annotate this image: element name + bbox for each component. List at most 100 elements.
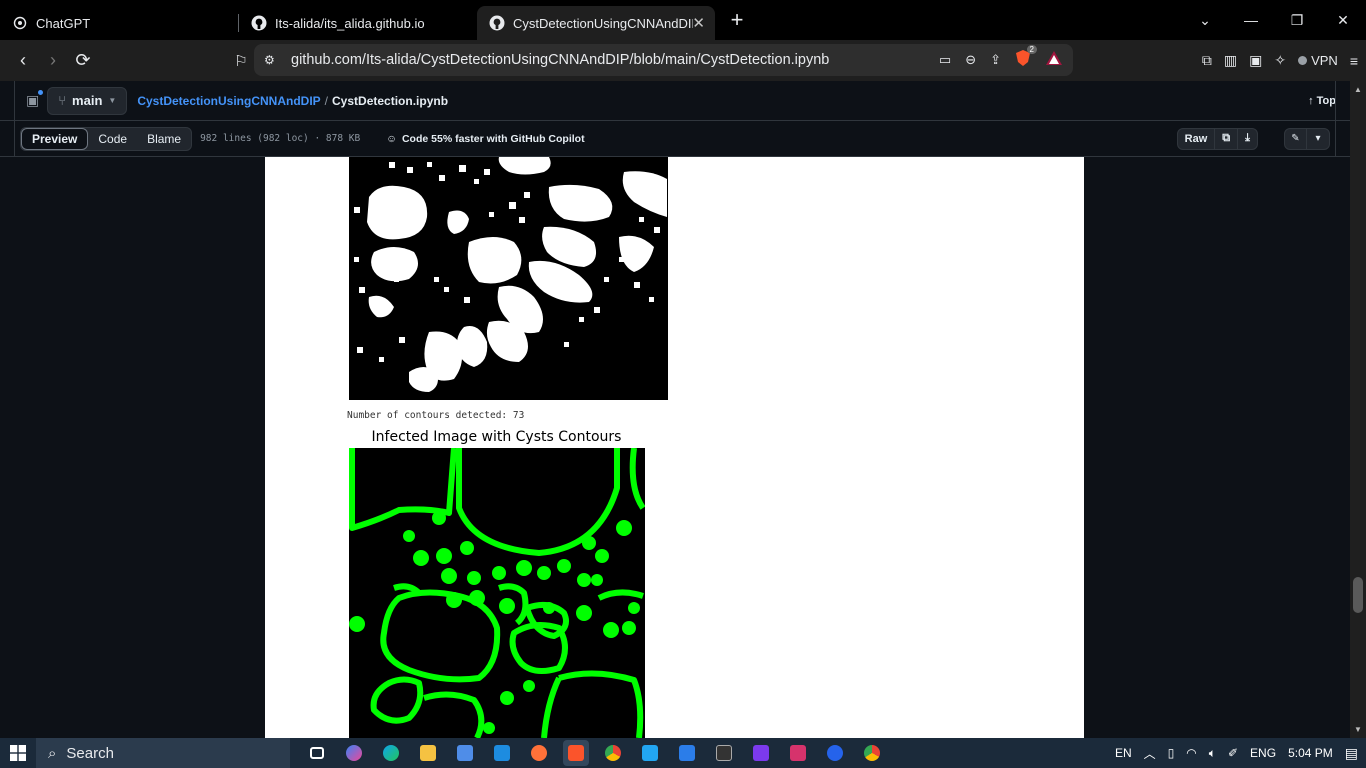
copy-icon[interactable]: ⧉ bbox=[1215, 128, 1239, 149]
file-view-toolbar: Preview Code Blame 982 lines (982 loc) ·… bbox=[0, 121, 1350, 157]
bookmark-icon[interactable]: ⚐ bbox=[226, 52, 256, 70]
app-icon[interactable] bbox=[822, 740, 848, 766]
tab-chatgpt[interactable]: ChatGPT bbox=[0, 6, 238, 40]
breadcrumb-separator: / bbox=[324, 93, 329, 108]
search-icon: ⌕ bbox=[48, 744, 57, 762]
forward-icon[interactable]: › bbox=[38, 50, 68, 71]
volume-icon[interactable]: 🔈︎ bbox=[1209, 746, 1216, 761]
pen-icon[interactable]: ✐ bbox=[1228, 746, 1238, 760]
tab-title: CystDetectionUsingCNNAndDIP bbox=[513, 15, 693, 31]
view-mode-tabs: Preview Code Blame bbox=[20, 126, 193, 151]
cast-icon[interactable]: ▭ bbox=[939, 52, 951, 68]
browser-extensions: ⧉ ▥ ▣ ✧ VPN ≡ bbox=[1202, 52, 1358, 69]
copilot-app-icon[interactable] bbox=[341, 740, 367, 766]
tab-blame[interactable]: Blame bbox=[137, 128, 191, 150]
copilot-promo[interactable]: ☺ Code 55% faster with GitHub Copilot bbox=[386, 133, 584, 145]
tab-code[interactable]: Code bbox=[88, 128, 137, 150]
notebook-viewport: Number of contours detected: 73 Infected… bbox=[0, 157, 1350, 738]
tab-github-io[interactable]: Its-alida/its_alida.github.io bbox=[239, 6, 477, 40]
leo-ai-icon[interactable]: ✧ bbox=[1274, 52, 1286, 69]
menu-icon[interactable]: ≡ bbox=[1350, 53, 1358, 69]
lang-short[interactable]: EN bbox=[1115, 746, 1132, 760]
vpn-status-dot bbox=[1298, 56, 1308, 65]
tab-search-icon[interactable]: ⌄ bbox=[1182, 12, 1228, 29]
breadcrumb: CystDetectionUsingCNNAndDIP / CystDetectio… bbox=[137, 94, 448, 108]
intellij-icon[interactable] bbox=[785, 740, 811, 766]
cell-output-text: Number of contours detected: 73 bbox=[347, 410, 525, 421]
notifications-icon[interactable]: ▤ bbox=[1345, 745, 1358, 762]
plot-title: Infected Image with Cysts Contours bbox=[371, 429, 622, 445]
sidebar-icon[interactable]: ▥ bbox=[1224, 52, 1237, 69]
copilot-icon: ☺ bbox=[386, 132, 397, 145]
page-scrollbar[interactable]: ▲ ▼ bbox=[1350, 81, 1366, 738]
brave-icon[interactable] bbox=[563, 740, 589, 766]
wallet-icon[interactable]: ▣ bbox=[1249, 52, 1262, 69]
windows-taskbar: ⌕ Search EN ︿ ▯ ◠ 🔈︎ ✐ ENG 5:04 PM ▤ bbox=[0, 738, 1366, 768]
scroll-down-icon[interactable]: ▼ bbox=[1354, 725, 1362, 734]
taskbar-search[interactable]: ⌕ Search bbox=[36, 738, 290, 768]
tab-title: Its-alida/its_alida.github.io bbox=[275, 15, 425, 31]
close-window-button[interactable]: ✕ bbox=[1320, 12, 1366, 29]
file-meta: 982 lines (982 loc) · 878 KB bbox=[200, 133, 361, 144]
firefox-icon[interactable] bbox=[526, 740, 552, 766]
search-label: Search bbox=[66, 744, 114, 762]
mail-icon[interactable] bbox=[489, 740, 515, 766]
pencil-icon[interactable]: ✎ bbox=[1285, 128, 1307, 149]
branch-selector[interactable]: ⑂ main ▼ bbox=[47, 86, 128, 115]
todo-icon[interactable] bbox=[674, 740, 700, 766]
tab-preview[interactable]: Preview bbox=[21, 127, 89, 150]
terminal-icon[interactable] bbox=[711, 740, 737, 766]
start-button[interactable] bbox=[0, 745, 36, 761]
shield-count: 2 bbox=[1026, 44, 1037, 54]
close-tab-icon[interactable]: ✕ bbox=[692, 14, 705, 32]
chevron-down-icon[interactable]: ▾ bbox=[1307, 129, 1329, 149]
taskbar-apps bbox=[304, 740, 885, 766]
share-icon[interactable]: ⇪ bbox=[990, 52, 1001, 68]
store-icon[interactable] bbox=[452, 740, 478, 766]
chrome-icon[interactable] bbox=[859, 740, 885, 766]
address-bar[interactable]: ⚙ github.com/Its-alida/CystDetectionUsin… bbox=[254, 44, 1073, 76]
clock[interactable]: 5:04 PM bbox=[1288, 746, 1333, 760]
brave-rewards-icon[interactable] bbox=[1045, 50, 1063, 71]
raw-button[interactable]: Raw bbox=[1178, 128, 1216, 149]
edge-icon[interactable] bbox=[378, 740, 404, 766]
new-tab-button[interactable]: + bbox=[723, 7, 751, 33]
wifi-icon[interactable]: ◠ bbox=[1186, 746, 1196, 760]
chrome-icon[interactable] bbox=[600, 740, 626, 766]
obsidian-icon[interactable] bbox=[748, 740, 774, 766]
restore-button[interactable]: ❐ bbox=[1274, 12, 1320, 29]
vpn-button[interactable]: VPN bbox=[1298, 53, 1338, 68]
reload-icon[interactable]: ⟳ bbox=[68, 50, 98, 71]
file-tree-toggle-icon[interactable]: ▣ bbox=[26, 90, 44, 109]
chevron-up-icon[interactable]: ︿ bbox=[1144, 745, 1156, 762]
scroll-up-icon[interactable]: ▲ bbox=[1354, 85, 1362, 94]
browser-toolbar: ‹ › ⟳ ⚐ ⚙ github.com/Its-alida/CystDetec… bbox=[0, 40, 1366, 81]
branch-name: main bbox=[72, 93, 103, 108]
copilot-text: Code 55% faster with GitHub Copilot bbox=[401, 132, 585, 145]
url-text: github.com/Its-alida/CystDetectionUsingC… bbox=[291, 52, 830, 68]
zoom-icon[interactable]: ⊖ bbox=[965, 52, 976, 68]
repo-link[interactable]: CystDetectionUsingCNNAndDIP bbox=[137, 94, 320, 108]
task-view-icon[interactable] bbox=[304, 740, 330, 766]
vscode-icon[interactable] bbox=[637, 740, 663, 766]
download-icon[interactable]: ⤓ bbox=[1238, 129, 1257, 149]
windows-icon bbox=[10, 745, 26, 761]
window-controls: ⌄ — ❐ ✕ bbox=[1182, 0, 1366, 40]
chevron-down-icon: ▼ bbox=[108, 96, 117, 105]
tab-cyst-detection[interactable]: CystDetectionUsingCNNAndDIP ✕ bbox=[477, 6, 715, 40]
system-tray: EN ︿ ▯ ◠ 🔈︎ ✐ ENG 5:04 PM ▤ bbox=[1115, 745, 1358, 762]
top-button[interactable]: ↑ Top bbox=[1308, 95, 1336, 107]
extensions-icon[interactable]: ⧉ bbox=[1202, 52, 1212, 69]
site-info-icon[interactable]: ⚙ bbox=[264, 53, 275, 67]
back-icon[interactable]: ‹ bbox=[8, 50, 38, 71]
language-indicator[interactable]: ENG bbox=[1250, 746, 1276, 760]
file-name: CystDetection.ipynb bbox=[332, 93, 449, 108]
browser-tab-strip: ChatGPT Its-alida/its_alida.github.io Cy… bbox=[0, 0, 1366, 40]
scrollbar-thumb[interactable] bbox=[1353, 577, 1363, 613]
brave-shields-icon[interactable]: 2 bbox=[1015, 44, 1037, 72]
edit-actions: ✎ ▾ bbox=[1284, 127, 1330, 150]
battery-icon[interactable]: ▯ bbox=[1168, 746, 1175, 760]
minimize-button[interactable]: — bbox=[1228, 12, 1274, 28]
file-nav-header: ▣ ⑂ main ▼ CystDetectionUsingCNNAndDIP / C… bbox=[0, 81, 1350, 121]
file-explorer-icon[interactable] bbox=[415, 740, 441, 766]
